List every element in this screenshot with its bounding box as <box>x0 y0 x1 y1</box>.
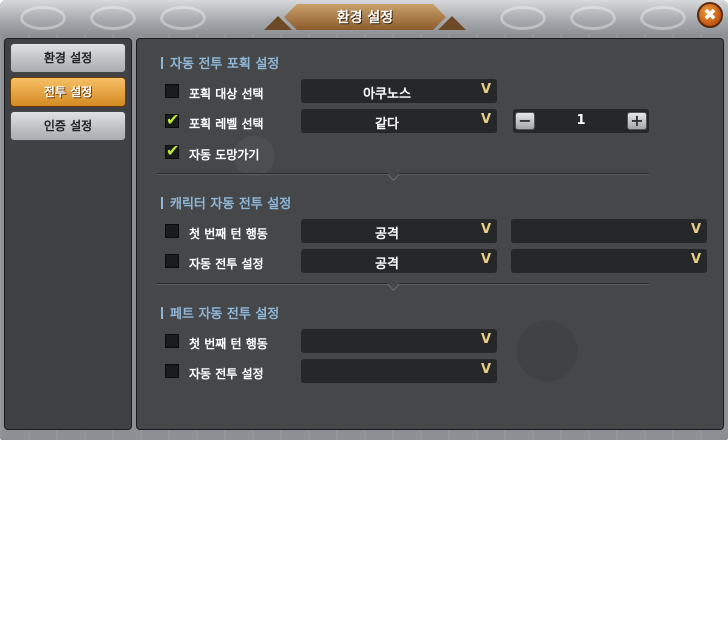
chevron-down-icon: V <box>480 222 491 237</box>
char-auto-battle-checkbox[interactable] <box>165 254 179 268</box>
char-first-turn-label: 첫 번째 턴 행동 <box>189 227 268 241</box>
pet-auto-battle-checkbox[interactable] <box>165 364 179 378</box>
capture-level-label: 포획 레벨 선택 <box>189 117 264 131</box>
pet-auto-battle-label: 자동 전투 설정 <box>189 367 264 381</box>
chevron-down-icon: V <box>480 82 491 97</box>
sidebar: 환경 설정 전투 설정 인증 설정 <box>4 38 132 430</box>
capture-level-checkbox[interactable]: ✔ <box>165 110 179 129</box>
title-plate: 환경 설정 <box>264 0 466 34</box>
ornament-icon <box>500 6 546 30</box>
tab-environment-settings[interactable]: 환경 설정 <box>10 43 126 73</box>
ornament-icon <box>570 6 616 30</box>
section-title-pet-battle: 페트 자동 전투 설정 <box>161 303 279 322</box>
chevron-down-icon: V <box>480 252 491 267</box>
auto-escape-label: 자동 도망가기 <box>189 148 260 162</box>
pet-first-turn-label: 첫 번째 턴 행동 <box>189 337 268 351</box>
char-first-turn-checkbox[interactable] <box>165 224 179 238</box>
settings-window: 환경 설정 ✖ 환경 설정 전투 설정 인증 설정 자동 전투 포획 설정 포획… <box>0 0 728 440</box>
char-auto-battle-secondary-dropdown[interactable]: V <box>511 249 707 273</box>
title-bar: 환경 설정 ✖ <box>0 0 728 34</box>
minus-button[interactable]: − <box>515 112 535 130</box>
tab-battle-settings[interactable]: 전투 설정 <box>10 77 126 107</box>
auto-escape-checkbox[interactable]: ✔ <box>165 141 179 160</box>
chevron-down-icon: V <box>480 332 491 347</box>
pet-auto-battle-dropdown[interactable]: V <box>301 359 497 383</box>
section-title-auto-capture: 자동 전투 포획 설정 <box>161 53 279 72</box>
section-title-character-battle: 캐릭터 자동 전투 설정 <box>161 193 291 212</box>
chevron-down-icon: V <box>480 112 491 127</box>
pet-first-turn-dropdown[interactable]: V <box>301 329 497 353</box>
chevron-down-icon: V <box>690 222 701 237</box>
capture-target-label: 포획 대상 선택 <box>189 87 264 101</box>
pet-first-turn-checkbox[interactable] <box>165 334 179 348</box>
char-auto-battle-dropdown[interactable]: 공격 V <box>301 249 497 273</box>
char-first-turn-dropdown[interactable]: 공격 V <box>301 219 497 243</box>
close-button[interactable]: ✖ <box>697 2 723 28</box>
capture-level-dropdown[interactable]: 같다 V <box>301 109 497 133</box>
ornament-icon <box>160 6 206 30</box>
level-value: 1 <box>576 113 586 128</box>
battle-settings-panel: 자동 전투 포획 설정 포획 대상 선택 아쿠노스 V ✔ 포획 레벨 선택 같… <box>136 38 724 430</box>
capture-target-dropdown[interactable]: 아쿠노스 V <box>301 79 497 103</box>
level-stepper: − 1 + <box>513 109 649 133</box>
ornament-icon <box>640 6 686 30</box>
check-icon: ✔ <box>166 141 180 160</box>
ornament-icon <box>20 6 66 30</box>
check-icon: ✔ <box>166 110 180 129</box>
plus-button[interactable]: + <box>627 112 647 130</box>
section-divider <box>157 168 649 181</box>
close-icon: ✖ <box>703 5 717 24</box>
chevron-down-icon: V <box>480 362 491 377</box>
tab-auth-settings[interactable]: 인증 설정 <box>10 111 126 141</box>
char-auto-battle-label: 자동 전투 설정 <box>189 257 264 271</box>
window-title: 환경 설정 <box>336 10 394 26</box>
section-divider <box>157 278 649 291</box>
ornament-icon <box>90 6 136 30</box>
char-first-turn-secondary-dropdown[interactable]: V <box>511 219 707 243</box>
capture-target-checkbox[interactable] <box>165 84 179 98</box>
chevron-down-icon: V <box>690 252 701 267</box>
